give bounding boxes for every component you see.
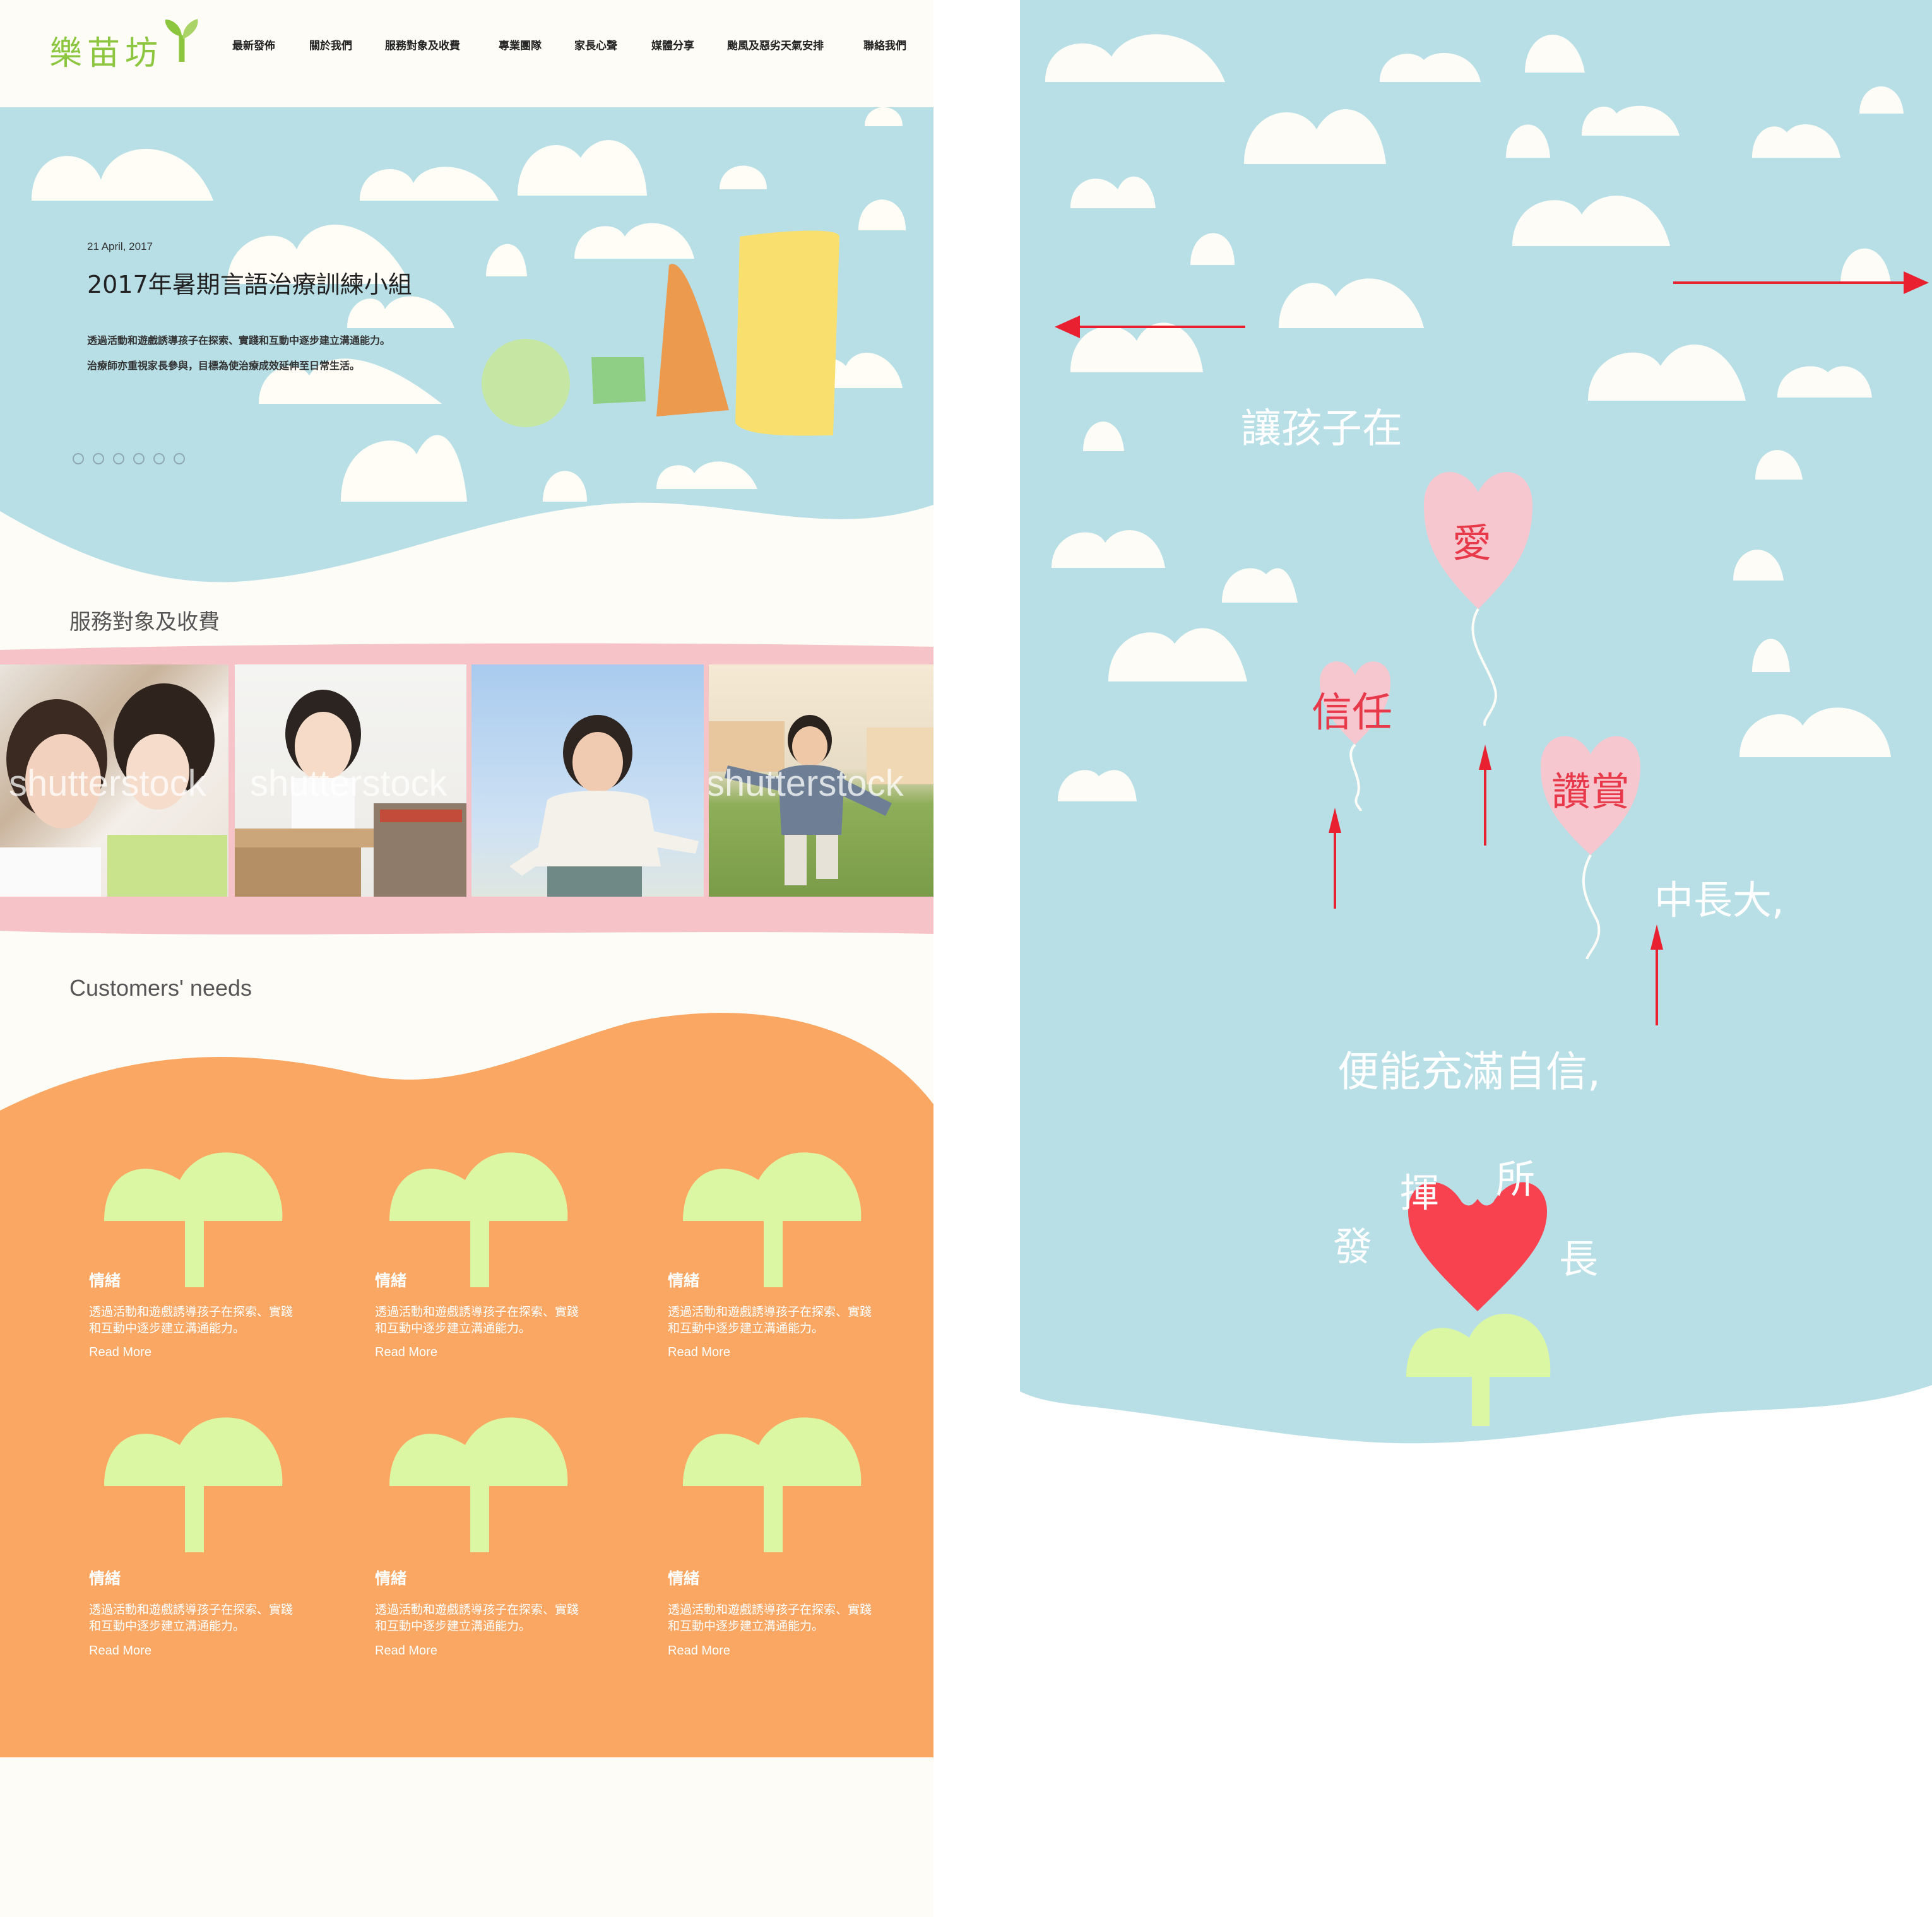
nav-weather[interactable]: 颱風及惡劣天氣安排: [727, 37, 824, 52]
concept-line1: 讓孩子在: [1241, 406, 1402, 452]
homepage-mockup: 樂苗坊 最新發佈 關於我們 服務對象及收費 專業團隊 家長心聲 媒體分享 颱風及…: [0, 0, 933, 1917]
nav-team[interactable]: 專業團隊: [499, 37, 542, 52]
slide-dot-5[interactable]: [153, 453, 165, 464]
hero-description-line2: 治療師亦重視家長參與，目標為使治療成效延伸至日常生活。: [87, 360, 360, 372]
needs-section-title: Customers' needs: [69, 975, 252, 1001]
service-photo-1[interactable]: shutterstock: [0, 664, 228, 897]
logo[interactable]: 樂苗坊: [49, 27, 163, 74]
read-more-link[interactable]: Read More: [668, 1345, 730, 1360]
watermark: shutterstock: [250, 763, 447, 804]
heart-praise-label: 讚賞: [1551, 769, 1630, 815]
arc-char-1: 發: [1333, 1224, 1373, 1270]
heart-love-label: 愛: [1452, 520, 1492, 566]
read-more-link[interactable]: Read More: [89, 1644, 151, 1658]
watermark: shutterstock: [709, 763, 904, 804]
girl-jumping-image: [509, 715, 699, 897]
card-title: 情緒: [375, 1569, 407, 1588]
sprout-logo-icon: [165, 19, 198, 62]
concept-panel: 讓孩子在 愛 信任 讚賞 中長大, 便能充滿自信, 發 揮 所 長: [1020, 0, 1932, 1470]
concept-background: [1020, 0, 1932, 1444]
read-more-link[interactable]: Read More: [375, 1644, 437, 1658]
nav-contact[interactable]: 聯絡我們: [863, 37, 906, 52]
card-title: 情緒: [89, 1569, 121, 1588]
card-title: 情緒: [668, 1569, 700, 1588]
read-more-link[interactable]: Read More: [668, 1644, 730, 1658]
heart-trust-label: 信任: [1312, 690, 1392, 736]
service-photo-3[interactable]: [471, 664, 704, 897]
slide-dot-3[interactable]: [113, 453, 124, 464]
card-description: 透過活動和遊戲誘導孩子在探索、實踐和互動中逐步建立溝通能力。: [668, 1603, 872, 1633]
card-title: 情緒: [89, 1271, 121, 1290]
services-section-title: 服務對象及收費: [69, 610, 220, 635]
slide-dot-6[interactable]: [174, 453, 185, 464]
service-photo-4[interactable]: shutterstock: [709, 664, 933, 897]
arc-char-3: 所: [1496, 1156, 1536, 1202]
slide-dot-1[interactable]: [73, 453, 84, 464]
slide-dot-4[interactable]: [133, 453, 145, 464]
card-description: 透過活動和遊戲誘導孩子在探索、實踐和互動中逐步建立溝通能力。: [375, 1603, 579, 1633]
card-description: 透過活動和遊戲誘導孩子在探索、實踐和互動中逐步建立溝通能力。: [375, 1305, 579, 1335]
card-description: 透過活動和遊戲誘導孩子在探索、實踐和互動中逐步建立溝通能力。: [89, 1305, 293, 1335]
card-description: 透過活動和遊戲誘導孩子在探索、實踐和互動中逐步建立溝通能力。: [89, 1603, 293, 1633]
read-more-link[interactable]: Read More: [89, 1345, 151, 1360]
hero-title[interactable]: 2017年暑期言語治療訓練小組: [87, 265, 412, 300]
concept-line2: 中長大,: [1654, 877, 1784, 923]
arc-char-4: 長: [1559, 1236, 1599, 1282]
nav-media[interactable]: 媒體分享: [651, 37, 694, 52]
nav-about[interactable]: 關於我們: [309, 37, 352, 52]
watermark: shutterstock: [9, 763, 206, 804]
hero-description-line1: 透過活動和遊戲誘導孩子在探索、實踐和互動中逐步建立溝通能力。: [87, 334, 391, 346]
card-title: 情緒: [668, 1271, 700, 1290]
nav-testimonials[interactable]: 家長心聲: [574, 37, 617, 52]
hero-date: 21 April, 2017: [87, 240, 153, 252]
card-title: 情緒: [375, 1271, 407, 1290]
slide-dot-2[interactable]: [93, 453, 104, 464]
card-description: 透過活動和遊戲誘導孩子在探索、實踐和互動中逐步建立溝通能力。: [668, 1305, 872, 1335]
nav-latest[interactable]: 最新發佈: [232, 37, 275, 52]
service-photo-2[interactable]: shutterstock: [235, 664, 466, 897]
nav-services[interactable]: 服務對象及收費: [385, 37, 460, 52]
read-more-link[interactable]: Read More: [375, 1345, 437, 1360]
concept-line3: 便能充滿自信,: [1337, 1047, 1601, 1096]
arc-char-2: 揮: [1400, 1170, 1440, 1216]
